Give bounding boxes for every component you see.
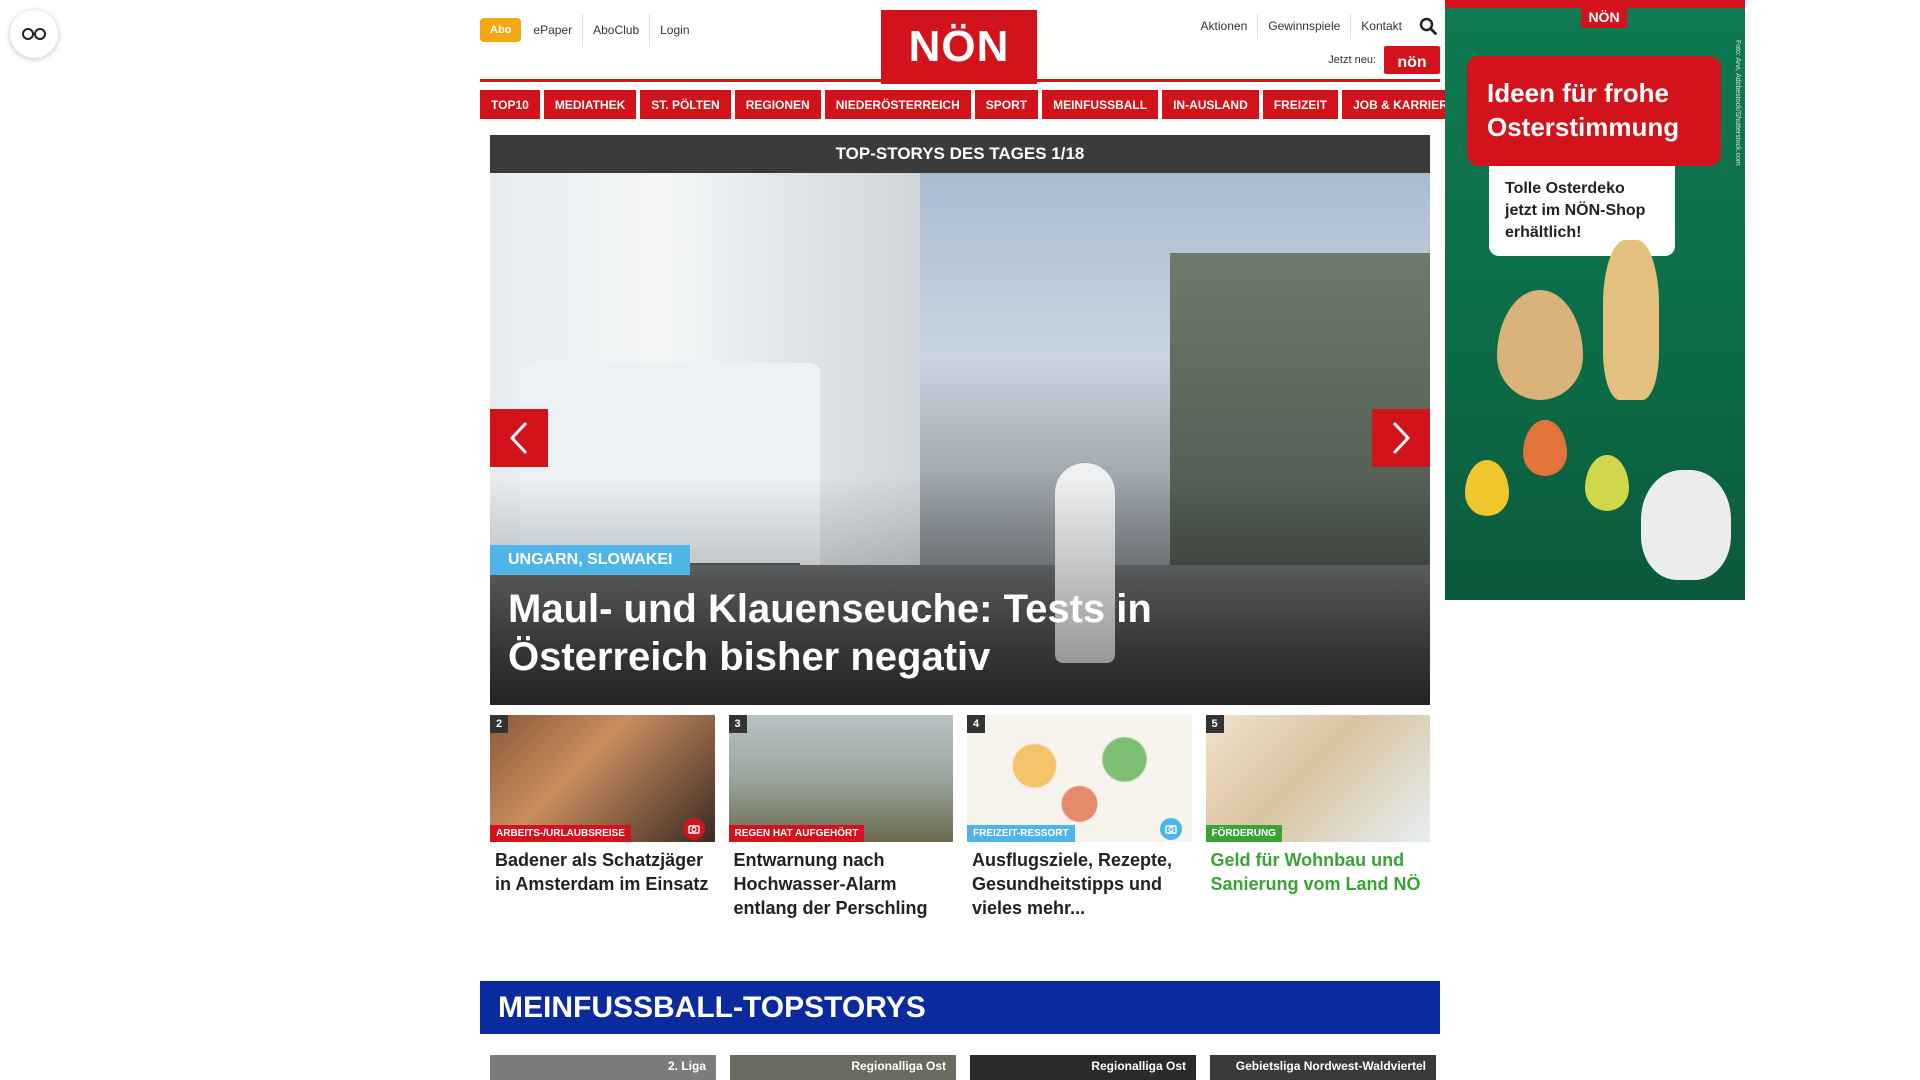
teaser-category: ARBEITS-/URLAUBSREISE xyxy=(490,825,631,842)
mini-teaser[interactable]: 2. Liga xyxy=(490,1055,716,1080)
ad-headline-line: Osterstimmung xyxy=(1487,112,1680,142)
ad-easter-egg xyxy=(1523,420,1567,476)
hero-slider[interactable]: UNGARN, SLOWAKEI Maul- und Klauenseuche:… xyxy=(490,173,1430,705)
camera-icon xyxy=(687,825,700,834)
ad-easter-egg xyxy=(1497,290,1583,400)
mini-teaser-label: Regionalliga Ost xyxy=(851,1059,946,1073)
nav-in-ausland[interactable]: IN-AUSLAND xyxy=(1162,90,1259,119)
mini-teaser[interactable]: Regionalliga Ost xyxy=(730,1055,956,1080)
reader-mode-button[interactable] xyxy=(10,10,58,58)
hero-tag[interactable]: UNGARN, SLOWAKEI xyxy=(490,545,691,575)
page-content: Abo ePaper AboClub Login NÖN Aktionen Ge… xyxy=(480,0,1467,1080)
teaser-number: 4 xyxy=(967,715,985,733)
teaser-card[interactable]: 5 FÖRDERUNG Geld für Wohnbau und Sanieru… xyxy=(1205,715,1431,920)
teaser-number: 5 xyxy=(1205,715,1224,733)
ad-headline-line: Ideen für frohe xyxy=(1487,78,1670,108)
search-button[interactable] xyxy=(1416,14,1440,38)
mini-teaser[interactable]: Gebietsliga Nordwest-Waldviertel xyxy=(1210,1055,1436,1080)
teaser-title[interactable]: Badener als Schatzjäger in Amsterdam im … xyxy=(490,848,715,896)
chevron-left-icon xyxy=(509,421,528,455)
jetzt-neu: Jetzt neu: nön xyxy=(1328,46,1440,74)
top-stories-title: TOP-STORYS DES TAGES 1/18 xyxy=(490,135,1430,173)
teaser-card[interactable]: 4 FREIZEIT-RESSORT Ausflugsziele, Rezept… xyxy=(967,715,1192,920)
ad-bunny-figure xyxy=(1603,240,1659,400)
teaser-category: FÖRDERUNG xyxy=(1205,825,1282,842)
mini-teaser-label: 2. Liga xyxy=(667,1059,706,1073)
teaser-image: 4 FREIZEIT-RESSORT xyxy=(967,715,1192,842)
nav-mediathek[interactable]: MEDIATHEK xyxy=(543,90,637,119)
ad-subtext-line: jetzt im NÖN-Shop xyxy=(1505,202,1646,219)
camera-icon xyxy=(1164,825,1177,834)
teaser-title[interactable]: Entwarnung nach Hochwasser-Alarm entlang… xyxy=(729,848,954,920)
teaser-number: 3 xyxy=(728,715,747,733)
main-nav: TOP10 MEDIATHEK ST. PÖLTEN REGIONEN NIED… xyxy=(480,90,1467,119)
teaser-camera-badge xyxy=(682,818,705,840)
teaser-number: 2 xyxy=(490,715,508,733)
nav-sport[interactable]: SPORT xyxy=(974,90,1039,119)
search-icon xyxy=(1419,17,1437,35)
ad-rabbit xyxy=(1641,470,1731,580)
teaser-category: FREIZEIT-RESSORT xyxy=(967,825,1075,842)
slider-prev-button[interactable] xyxy=(490,409,548,467)
ad-logo: NÖN xyxy=(1581,6,1627,28)
advertisement[interactable]: NÖN Foto: Arvi, Adobestock/Shutterstock.… xyxy=(1445,0,1745,600)
ad-subtext-line: Tolle Osterdeko xyxy=(1505,180,1625,197)
ad-subtext: Tolle Osterdeko jetzt im NÖN-Shop erhält… xyxy=(1489,166,1675,256)
nav-regionen[interactable]: REGIONEN xyxy=(734,90,821,119)
login-link[interactable]: Login xyxy=(649,14,699,46)
top-links: Abo ePaper AboClub Login xyxy=(480,14,700,46)
mini-teaser-label: Gebietsliga Nordwest-Waldviertel xyxy=(1235,1059,1426,1073)
chevron-right-icon xyxy=(1392,421,1411,455)
ad-credit: Foto: Arvi, Adobestock/Shutterstock.com xyxy=(1734,40,1741,166)
teaser-image: 5 FÖRDERUNG xyxy=(1205,715,1430,842)
teaser-card[interactable]: 2 ARBEITS-/URLAUBSREISE Badener als Scha… xyxy=(490,715,715,920)
teaser-title[interactable]: Geld für Wohnbau und Sanierung vom Land … xyxy=(1206,848,1431,896)
aktionen-link[interactable]: Aktionen xyxy=(1191,14,1258,38)
epaper-link[interactable]: ePaper xyxy=(523,14,582,46)
glasses-icon xyxy=(22,28,46,40)
jetzt-neu-label: Jetzt neu: xyxy=(1328,54,1376,66)
meinfussball-section-title[interactable]: MEINFUSSBALL-TOPSTORYS xyxy=(480,981,1440,1034)
right-links: Aktionen Gewinnspiele Kontakt xyxy=(1191,14,1440,38)
teaser-image: 2 ARBEITS-/URLAUBSREISE xyxy=(490,715,715,842)
ad-easter-egg xyxy=(1585,455,1629,511)
teaser-camera-badge xyxy=(1159,818,1182,840)
nav-freizeit[interactable]: FREIZEIT xyxy=(1262,90,1339,119)
aboclub-link[interactable]: AboClub xyxy=(582,14,649,46)
kontakt-link[interactable]: Kontakt xyxy=(1350,14,1412,38)
mini-teaser[interactable]: Regionalliga Ost xyxy=(970,1055,1196,1080)
kleine-noen-logo[interactable]: nön xyxy=(1384,46,1440,74)
gewinnspiele-link[interactable]: Gewinnspiele xyxy=(1257,14,1350,38)
ad-easter-egg xyxy=(1465,460,1509,516)
nav-niederoesterreich[interactable]: NIEDERÖSTERREICH xyxy=(824,90,971,119)
header: Abo ePaper AboClub Login NÖN Aktionen Ge… xyxy=(480,0,1440,84)
abo-button[interactable]: Abo xyxy=(480,18,522,42)
teaser-image: 3 REGEN HAT AUFGEHÖRT xyxy=(728,715,953,842)
teaser-row: 2 ARBEITS-/URLAUBSREISE Badener als Scha… xyxy=(490,715,1430,920)
mini-teaser-label: Regionalliga Ost xyxy=(1091,1059,1186,1073)
hero-headline[interactable]: Maul- und Klauenseuche: Tests in Österre… xyxy=(508,585,1238,681)
ad-headline: Ideen für frohe Osterstimmung xyxy=(1467,56,1721,166)
nav-top10[interactable]: TOP10 xyxy=(480,90,540,119)
slider-next-button[interactable] xyxy=(1372,409,1430,467)
meinfussball-teasers: 2. Liga Regionalliga Ost Regionalliga Os… xyxy=(490,1055,1436,1080)
nav-st-poelten[interactable]: ST. PÖLTEN xyxy=(640,90,731,119)
teaser-title[interactable]: Ausflugsziele, Rezepte, Gesundheitstipps… xyxy=(967,848,1192,920)
teaser-category: REGEN HAT AUFGEHÖRT xyxy=(728,825,865,842)
nav-meinfussball[interactable]: MEINFUSSBALL xyxy=(1042,90,1159,119)
site-logo[interactable]: NÖN xyxy=(881,10,1037,84)
teaser-card[interactable]: 3 REGEN HAT AUFGEHÖRT Entwarnung nach Ho… xyxy=(728,715,954,920)
